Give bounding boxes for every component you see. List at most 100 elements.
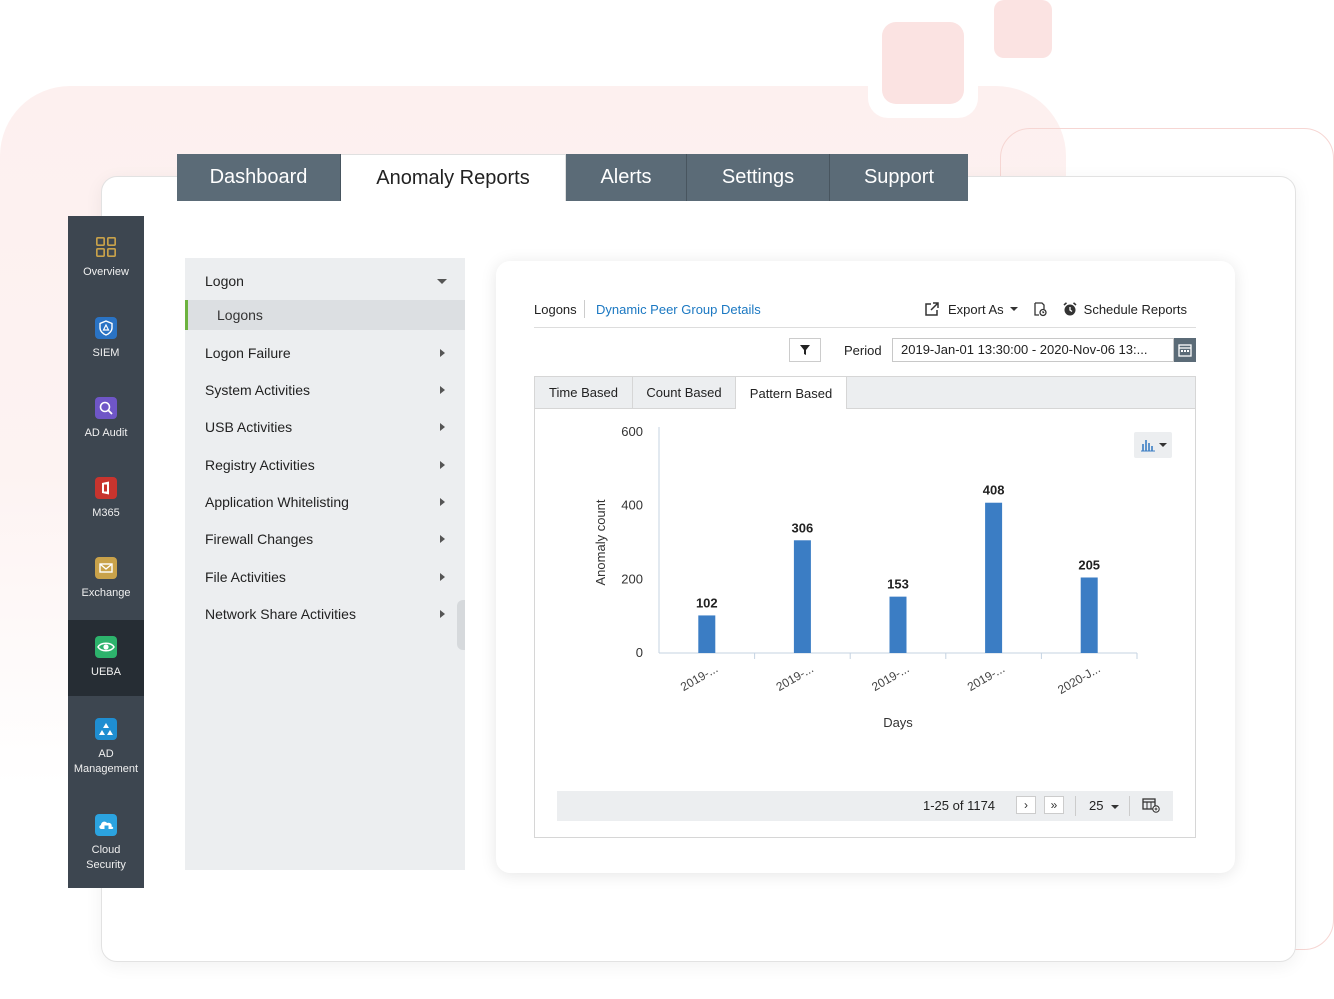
nav-item-firewall-changes[interactable]: Firewall Changes: [185, 524, 465, 554]
bar-value-label: 102: [696, 595, 718, 610]
rail-label: Cloud: [91, 844, 121, 856]
nav-item-label: File Activities: [205, 569, 286, 585]
ad-audit-search-icon: [95, 397, 117, 419]
product-rail: Overview SIEM AD Audit M365 Exchange UEB…: [68, 216, 144, 888]
report-nav-panel: Logon Logons Logon Failure System Activi…: [185, 258, 465, 870]
chevron-right-icon: [440, 610, 445, 618]
chevron-right-icon: [440, 349, 445, 357]
tab-settings[interactable]: Settings: [687, 154, 830, 201]
nav-item-network-share-activities[interactable]: Network Share Activities: [185, 599, 465, 629]
anomaly-bar-chart: 0 200 400 600 Anomaly count 102 2019-... 306 201…: [593, 424, 1138, 730]
tab-support[interactable]: Support: [830, 154, 968, 201]
nav-section-label: Logon: [205, 273, 244, 289]
chart-bar: [1080, 577, 1098, 653]
calendar-button[interactable]: [1174, 338, 1196, 362]
decorative-square: [868, 8, 978, 118]
top-nav-tabs: Dashboard Anomaly Reports Alerts Setting…: [177, 154, 968, 201]
nav-item-logon-failure[interactable]: Logon Failure: [185, 338, 465, 368]
rail-item-m365[interactable]: M365: [68, 477, 144, 537]
chevron-right-icon: [440, 386, 445, 394]
dynamic-peer-group-link[interactable]: Dynamic Peer Group Details: [596, 302, 761, 317]
page-size-select[interactable]: 25: [1089, 798, 1120, 813]
rail-item-cloud-security[interactable]: Cloud Security: [68, 814, 144, 884]
rail-item-ad-management[interactable]: AD Management: [68, 718, 144, 788]
next-page-button[interactable]: ›: [1016, 796, 1036, 814]
filter-button[interactable]: [789, 338, 821, 362]
rail-item-exchange[interactable]: Exchange: [68, 557, 144, 617]
rail-label: SIEM: [92, 347, 120, 359]
chevron-right-icon: [440, 535, 445, 543]
nav-item-registry-activities[interactable]: Registry Activities: [185, 450, 465, 480]
export-icon[interactable]: [924, 301, 940, 317]
chevron-down-icon: [1111, 804, 1120, 809]
tab-alerts[interactable]: Alerts: [566, 154, 687, 201]
x-tick-label: 2020-J...: [1055, 661, 1102, 696]
chevron-right-icon: [440, 423, 445, 431]
nav-item-label: Logons: [217, 307, 263, 323]
tab-anomaly-reports[interactable]: Anomaly Reports: [341, 154, 566, 201]
nav-item-label: Network Share Activities: [205, 606, 356, 622]
nav-item-system-activities[interactable]: System Activities: [185, 375, 465, 405]
pager-divider: [1129, 796, 1130, 816]
rail-item-ad-audit[interactable]: AD Audit: [68, 397, 144, 457]
page-size-value: 25: [1089, 798, 1104, 813]
panel-splitter-handle[interactable]: [457, 600, 465, 650]
report-settings-icon[interactable]: [1032, 301, 1048, 317]
nav-item-label: Registry Activities: [205, 457, 315, 473]
breadcrumb-current: Logons: [534, 302, 577, 317]
x-tick-label: 2019-...: [678, 661, 720, 693]
tab-dashboard[interactable]: Dashboard: [177, 154, 341, 201]
chevron-down-icon: [437, 278, 447, 284]
schedule-reports-button[interactable]: Schedule Reports: [1084, 302, 1187, 317]
exchange-mail-icon: [95, 557, 117, 579]
alarm-clock-icon: [1062, 301, 1078, 317]
rail-item-ueba[interactable]: UEBA: [68, 620, 144, 696]
nav-item-label: Application Whitelisting: [205, 494, 349, 510]
export-as-button[interactable]: Export As: [948, 302, 1004, 317]
ueba-eye-icon: [95, 636, 117, 658]
rail-label: M365: [92, 507, 120, 519]
pagination-range: 1-25 of 1174: [923, 798, 996, 813]
ad-management-icon: [95, 718, 117, 740]
period-field[interactable]: 2019-Jan-01 13:30:00 - 2020-Nov-06 13:..…: [892, 338, 1174, 362]
rail-label: Security: [86, 859, 126, 871]
chevron-down-icon: [1009, 307, 1018, 311]
last-page-button[interactable]: »: [1044, 796, 1064, 814]
x-tick-label: 2019-...: [869, 661, 911, 693]
overview-grid-icon: [95, 236, 117, 258]
rail-item-siem[interactable]: SIEM: [68, 317, 144, 377]
decorative-square-small: [994, 0, 1052, 58]
tab-pattern-based[interactable]: Pattern Based: [736, 377, 847, 409]
nav-item-usb-activities[interactable]: USB Activities: [185, 412, 465, 442]
bar-value-label: 408: [983, 483, 1005, 498]
cloud-security-icon: [95, 814, 117, 836]
nav-item-label: System Activities: [205, 382, 311, 398]
x-tick-label: 2019-...: [774, 661, 816, 693]
rail-label: AD: [98, 748, 114, 760]
nav-item-label: USB Activities: [205, 419, 293, 435]
tab-time-based[interactable]: Time Based: [535, 377, 633, 408]
rail-label: Management: [73, 763, 139, 775]
nav-item-application-whitelisting[interactable]: Application Whitelisting: [185, 487, 465, 517]
chevron-right-icon: [440, 498, 445, 506]
report-actions: Export As Schedule Reports: [924, 301, 1187, 317]
tab-count-based[interactable]: Count Based: [633, 377, 736, 408]
chart-bar: [889, 596, 907, 653]
period-label: Period: [844, 343, 882, 358]
rail-item-overview[interactable]: Overview: [68, 236, 144, 296]
filter-icon: [800, 345, 810, 355]
nav-section-logon[interactable]: Logon: [185, 266, 465, 296]
rail-label: Overview: [83, 266, 129, 278]
report-card: Logons Dynamic Peer Group Details Export…: [496, 261, 1235, 873]
y-axis-label: Anomaly count: [593, 499, 608, 585]
pagination-bar: 1-25 of 1174 › » 25: [557, 791, 1173, 821]
nav-item-logons[interactable]: Logons: [185, 300, 465, 330]
column-settings-icon[interactable]: [1142, 797, 1160, 813]
rail-label: Exchange: [81, 587, 131, 599]
y-tick-label: 400: [621, 498, 643, 513]
chart-frame: Time Based Count Based Pattern Based 0 20…: [534, 376, 1196, 838]
bar-value-label: 205: [1078, 557, 1100, 572]
y-tick-label: 600: [621, 424, 643, 439]
nav-item-file-activities[interactable]: File Activities: [185, 562, 465, 592]
siem-shield-icon: [95, 317, 117, 339]
